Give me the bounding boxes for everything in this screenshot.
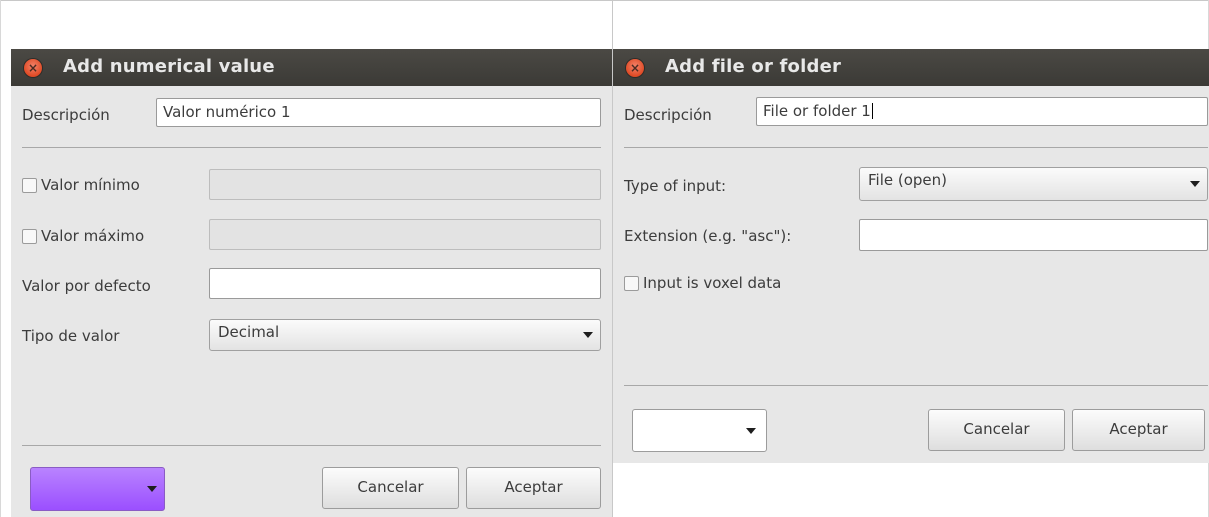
min-value-input [209,169,601,200]
max-value-label: Valor máximo [41,227,145,245]
checkbox-box[interactable] [22,228,37,244]
default-value-input[interactable] [209,268,601,299]
chevron-down-icon [147,486,157,492]
input-type-selected: File (open) [868,171,948,189]
description-input[interactable]: Valor numérico 1 [156,98,601,127]
accept-button[interactable]: Aceptar [466,467,601,509]
input-type-select[interactable]: File (open) [859,167,1208,201]
accept-button[interactable]: Aceptar [1072,409,1205,451]
dialog-titlebar: × Add numerical value [11,49,612,86]
checkbox-box[interactable] [624,275,639,291]
section-divider [22,147,601,148]
screenshot-left-border [0,0,1,517]
section-divider [624,147,1208,148]
chevron-down-icon [746,427,756,434]
close-icon[interactable]: × [626,59,644,77]
extension-label: Extension (e.g. "asc"): [624,227,792,245]
dialog-titlebar: × Add file or folder [613,49,1209,86]
value-type-selected: Decimal [218,323,280,341]
checkbox-box[interactable] [22,177,37,193]
default-value-label: Valor por defecto [22,277,151,295]
min-value-checkbox[interactable]: Valor mínimo [22,176,140,194]
min-value-label: Valor mínimo [41,176,140,194]
color-picker-button[interactable] [30,467,165,511]
value-type-label: Tipo de valor [22,327,120,345]
max-value-input [209,219,601,250]
extension-input[interactable] [859,219,1208,251]
input-type-label: Type of input: [624,177,727,195]
max-value-checkbox[interactable]: Valor máximo [22,227,144,245]
add-numerical-value-dialog: × Add numerical value Descripción Valor … [11,49,612,517]
footer-divider [624,385,1208,386]
description-value: File or folder 1 [763,102,871,120]
footer-divider [22,445,601,446]
cancel-button[interactable]: Cancelar [928,409,1065,451]
chevron-down-icon [583,332,593,338]
description-input[interactable]: File or folder 1 [756,97,1208,126]
chevron-down-icon [1190,181,1200,187]
description-label: Descripción [22,106,110,124]
close-icon[interactable]: × [24,59,42,77]
dialog-title: Add file or folder [665,56,842,77]
text-caret [871,103,873,119]
color-picker-button[interactable] [632,409,767,452]
cancel-button[interactable]: Cancelar [322,467,459,509]
description-label: Descripción [624,106,712,124]
dialog-title: Add numerical value [63,56,275,77]
voxel-data-checkbox[interactable]: Input is voxel data [624,274,781,292]
screenshot-top-border [0,0,1209,12]
value-type-select[interactable]: Decimal [209,319,601,351]
add-file-or-folder-dialog: × Add file or folder Descripción File or… [613,49,1209,463]
voxel-data-label: Input is voxel data [643,274,782,292]
